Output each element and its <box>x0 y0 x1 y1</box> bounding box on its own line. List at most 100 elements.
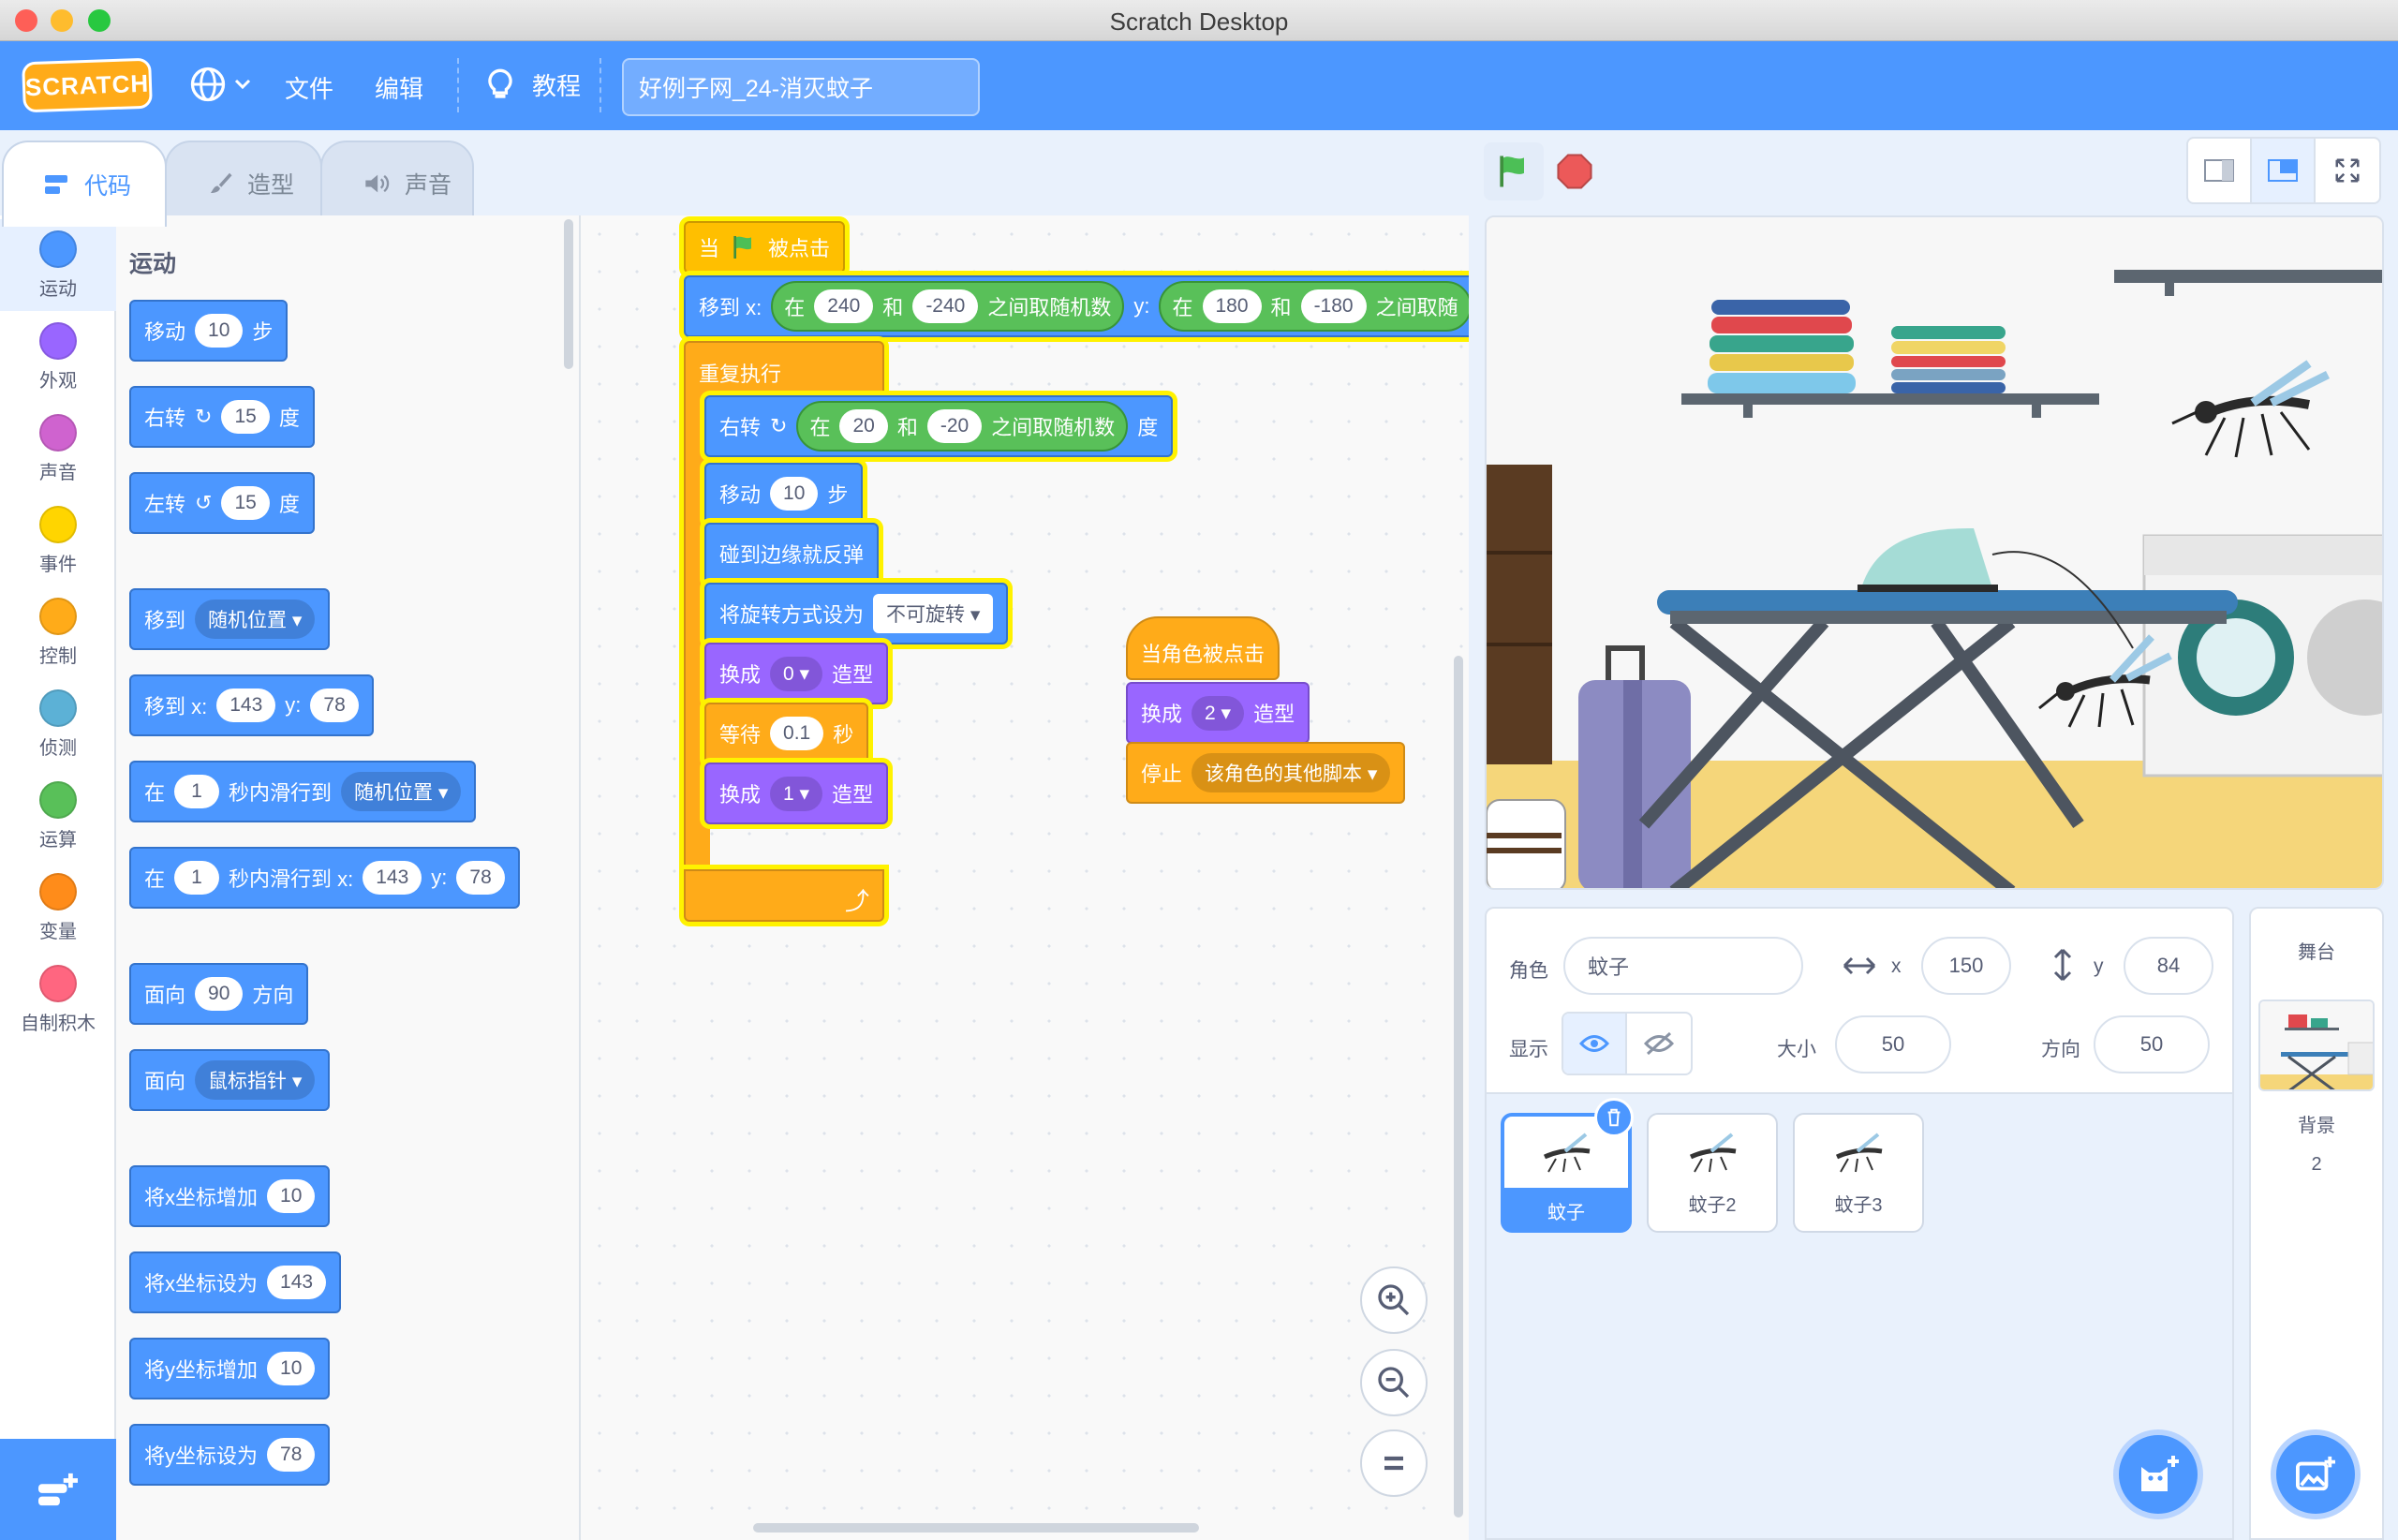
set-y-block[interactable]: 将y坐标设为 78 <box>129 1424 331 1486</box>
zoom-in-button[interactable] <box>1360 1266 1428 1334</box>
block-input[interactable]: 143 <box>363 861 422 895</box>
point-towards-block[interactable]: 面向 鼠标指针 ▾ <box>129 1049 331 1111</box>
costume-dropdown[interactable]: 1 ▾ <box>770 776 823 811</box>
when-sprite-clicked-block[interactable]: 当角色被点击 <box>1126 616 1280 680</box>
set-x-block[interactable]: 将x坐标设为 143 <box>129 1251 342 1313</box>
goto-xy-block[interactable]: 移到 x: 143 y: 78 <box>129 674 374 736</box>
bounce-on-edge-block[interactable]: 碰到边缘就反弹 <box>704 523 880 585</box>
block-input[interactable]: 10 <box>267 1352 316 1385</box>
language-menu[interactable] <box>187 64 251 105</box>
goto-block[interactable]: 移到 随机位置 ▾ <box>129 588 331 650</box>
show-sprite-button[interactable] <box>1563 1014 1628 1074</box>
large-stage-button[interactable] <box>2252 139 2316 202</box>
block-input[interactable]: 180 <box>1202 289 1262 323</box>
stage-thumbnail[interactable] <box>2258 1000 2375 1091</box>
tab-costumes[interactable]: 造型 <box>165 141 322 227</box>
add-backdrop-button[interactable] <box>2271 1429 2361 1519</box>
sprite-name-input[interactable]: 蚊子 <box>1563 937 1803 995</box>
category-variables[interactable]: 变量 <box>0 862 116 954</box>
category-events[interactable]: 事件 <box>0 495 116 586</box>
glide-xy-block[interactable]: 在 1 秒内滑行到 x: 143 y: 78 <box>129 847 520 909</box>
direction-input[interactable]: 50 <box>2094 1015 2210 1074</box>
change-y-block[interactable]: 将y坐标增加 10 <box>129 1338 331 1399</box>
zoom-reset-button[interactable] <box>1360 1429 1428 1497</box>
delete-sprite-button[interactable] <box>1594 1098 1634 1137</box>
zoom-out-button[interactable] <box>1360 1349 1428 1416</box>
turn-left-block[interactable]: 左转 ↺ 15 度 <box>129 472 315 534</box>
switch-costume-block[interactable]: 换成 1 ▾ 造型 <box>704 763 889 824</box>
script-area[interactable]: 当 被点击 移到 x: 在 240 和 -240 之间取随机数 y: 在 180 和 -180… <box>581 215 1469 1540</box>
vertical-scrollbar[interactable] <box>1454 656 1463 1518</box>
wait-block[interactable]: 等待 0.1 秒 <box>704 703 869 764</box>
stage-canvas[interactable] <box>1485 215 2384 890</box>
block-input[interactable]: 1 <box>174 861 220 895</box>
point-direction-block[interactable]: 面向 90 方向 <box>129 963 309 1025</box>
block-input[interactable]: 78 <box>456 861 505 895</box>
block-input[interactable]: 1 <box>174 775 220 808</box>
category-sound[interactable]: 声音 <box>0 403 116 495</box>
block-input[interactable]: 15 <box>221 486 270 520</box>
random-x-operator[interactable]: 在 240 和 -240 之间取随机数 <box>771 281 1125 332</box>
goto-dropdown[interactable]: 随机位置 ▾ <box>195 600 316 639</box>
block-input[interactable]: 78 <box>310 689 359 722</box>
category-control[interactable]: 控制 <box>0 586 116 678</box>
y-position-input[interactable]: 84 <box>2124 937 2213 995</box>
tab-code[interactable]: 代码 <box>2 141 167 227</box>
stop-dropdown[interactable]: 该角色的其他脚本 ▾ <box>1192 753 1391 792</box>
sprite-thumb-mosquito-2[interactable]: 蚊子2 <box>1647 1113 1778 1233</box>
random-turn-operator[interactable]: 在 20 和 -20 之间取随机数 <box>796 401 1129 452</box>
block-input[interactable]: 240 <box>814 289 874 323</box>
move-steps-block[interactable]: 移动 10 步 <box>704 463 864 525</box>
mosquito-sprite[interactable] <box>2169 356 2337 459</box>
costume-dropdown[interactable]: 0 ▾ <box>770 656 823 691</box>
block-input[interactable]: 15 <box>221 400 270 434</box>
category-motion[interactable]: 运动 <box>0 219 116 311</box>
stop-button[interactable] <box>1551 142 1598 200</box>
block-input[interactable]: 10 <box>770 477 819 511</box>
category-sensing[interactable]: 侦测 <box>0 678 116 770</box>
turn-right-block[interactable]: 右转 ↻ 15 度 <box>129 386 315 448</box>
block-input[interactable]: 90 <box>195 977 244 1011</box>
glide-block[interactable]: 在 1 秒内滑行到 随机位置 ▾ <box>129 761 477 822</box>
block-input[interactable]: -180 <box>1300 289 1367 323</box>
block-input[interactable]: 20 <box>839 409 888 443</box>
category-my-blocks[interactable]: 自制积木 <box>0 954 116 1045</box>
switch-costume-block[interactable]: 换成 2 ▾ 造型 <box>1126 682 1310 744</box>
point-towards-dropdown[interactable]: 鼠标指针 ▾ <box>195 1060 316 1100</box>
turn-right-random-block[interactable]: 右转 ↻ 在 20 和 -20 之间取随机数 度 <box>704 395 1174 457</box>
add-extension-button[interactable] <box>0 1439 116 1540</box>
block-input[interactable]: 10 <box>267 1179 316 1213</box>
size-input[interactable]: 50 <box>1835 1015 1951 1074</box>
glide-dropdown[interactable]: 随机位置 ▾ <box>341 772 462 811</box>
block-input[interactable]: 143 <box>267 1266 327 1299</box>
block-input[interactable]: 0.1 <box>770 717 824 750</box>
category-operators[interactable]: 运算 <box>0 770 116 862</box>
add-sprite-button[interactable] <box>2113 1429 2203 1519</box>
small-stage-button[interactable] <box>2188 139 2252 202</box>
move-steps-block[interactable]: 移动 10 步 <box>129 300 289 362</box>
edit-menu[interactable]: 编辑 <box>375 70 423 105</box>
sprite-thumb-mosquito-3[interactable]: 蚊子3 <box>1793 1113 1924 1233</box>
scratch-logo[interactable]: SCRATCH <box>22 57 153 113</box>
file-menu[interactable]: 文件 <box>285 70 333 105</box>
palette-scrollbar[interactable] <box>564 219 573 369</box>
change-x-block[interactable]: 将x坐标增加 10 <box>129 1165 331 1227</box>
category-looks[interactable]: 外观 <box>0 311 116 403</box>
rotation-style-dropdown[interactable]: 不可旋转 ▾ <box>873 594 994 633</box>
block-input[interactable]: 78 <box>267 1438 316 1472</box>
horizontal-scrollbar[interactable] <box>753 1523 1199 1533</box>
block-input[interactable]: -240 <box>912 289 979 323</box>
block-input[interactable]: 143 <box>216 689 276 722</box>
costume-dropdown[interactable]: 2 ▾ <box>1192 695 1245 731</box>
goto-random-xy-block[interactable]: 移到 x: 在 240 和 -240 之间取随机数 y: 在 180 和 -180 之间取随 <box>684 275 1469 337</box>
tutorials-button[interactable]: 教程 <box>480 64 581 105</box>
x-position-input[interactable]: 150 <box>1921 937 2011 995</box>
hide-sprite-button[interactable] <box>1627 1014 1691 1074</box>
tab-sounds[interactable]: 声音 <box>320 141 474 227</box>
project-title-input[interactable]: 好例子网_24-消灭蚊子 <box>622 58 980 116</box>
when-flag-clicked-block[interactable]: 当 被点击 <box>684 221 846 274</box>
stop-block[interactable]: 停止 该角色的其他脚本 ▾ <box>1126 742 1406 804</box>
block-input[interactable]: -20 <box>926 409 983 443</box>
set-rotation-style-block[interactable]: 将旋转方式设为 不可旋转 ▾ <box>704 583 1009 644</box>
forever-block[interactable]: 重复执行 <box>684 341 884 397</box>
